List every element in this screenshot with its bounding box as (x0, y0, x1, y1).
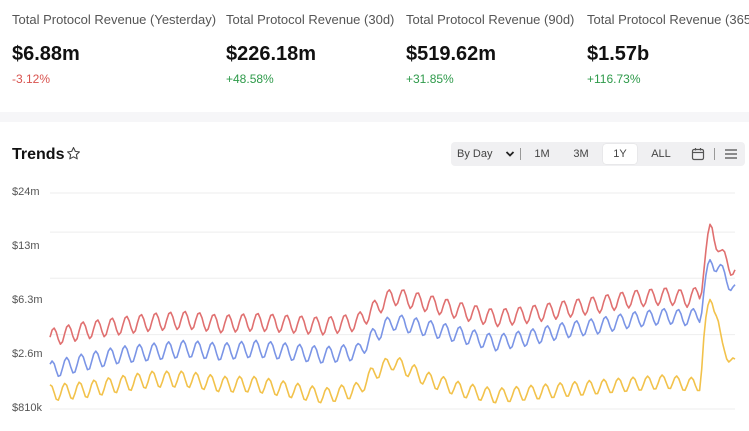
stat-change: +48.58% (226, 72, 274, 86)
stat-90d: Total Protocol Revenue (90d) $519.62m +3… (406, 12, 574, 86)
trends-card: Trends By Day 1M 3M 1Y ALL $24m $13m $6.… (0, 122, 749, 431)
revenue-trend-chart (49, 192, 736, 410)
stat-365d: Total Protocol Revenue (365d) $1.57b +11… (587, 12, 749, 86)
stat-change: +31.85% (406, 72, 454, 86)
stat-value: $519.62m (406, 43, 497, 65)
stat-label: Total Protocol Revenue (Yesterday) (12, 12, 217, 27)
stat-change: -3.12% (12, 72, 51, 86)
stat-value: $226.18m (226, 43, 317, 65)
stat-label: Total Protocol Revenue (90d) (406, 12, 575, 27)
stat-change: +116.73% (587, 72, 641, 86)
stats-panel: Total Protocol Revenue (Yesterday) $6.88… (0, 0, 749, 112)
stat-value: $6.88m (12, 43, 80, 65)
stat-value: $1.57b (587, 43, 650, 65)
stat-label: Total Protocol Revenue (30d) (226, 12, 395, 27)
stat-30d: Total Protocol Revenue (30d) $226.18m +4… (226, 12, 394, 86)
stat-yesterday: Total Protocol Revenue (Yesterday) $6.88… (12, 12, 216, 86)
stat-label: Total Protocol Revenue (365d) (587, 12, 749, 27)
